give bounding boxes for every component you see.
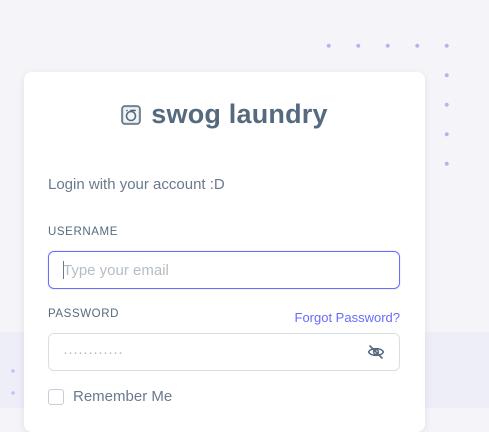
washing-machine-icon	[121, 104, 142, 125]
username-input[interactable]	[48, 251, 400, 289]
password-input[interactable]	[48, 333, 400, 371]
username-label: USERNAME	[48, 226, 118, 238]
password-label: PASSWORD	[48, 308, 120, 320]
brand: swog laundry	[24, 99, 425, 130]
remember-me-label: Remember Me	[73, 388, 173, 405]
eye-off-icon[interactable]	[367, 344, 385, 360]
text-caret	[63, 261, 64, 279]
brand-name: swog laundry	[151, 99, 328, 129]
remember-me-checkbox[interactable]	[48, 388, 64, 405]
welcome-text: Login with your account :D	[48, 176, 225, 193]
remember-me[interactable]: Remember Me	[48, 388, 172, 405]
login-card: swog laundry Login with your account :D …	[24, 72, 425, 432]
forgot-password-link[interactable]: Forgot Password?	[295, 310, 401, 325]
